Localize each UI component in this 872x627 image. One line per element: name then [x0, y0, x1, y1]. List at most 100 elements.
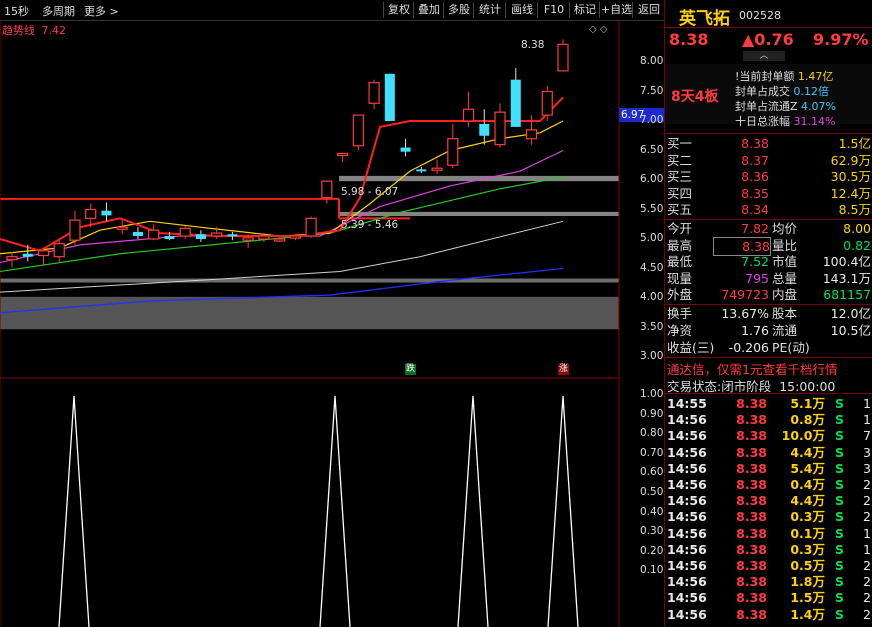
- overlay-button[interactable]: 叠加: [413, 2, 444, 18]
- tick-row: 14:55 8.38 5.1万 S 1: [667, 396, 871, 411]
- stat-row: 现量 795 总量 143.1万: [667, 270, 871, 286]
- candle-body-up: [274, 238, 286, 242]
- y-tick-label: 7.00: [640, 114, 664, 126]
- y-tick-label: 7.50: [640, 84, 664, 97]
- indicator-name: 趋势线: [2, 24, 35, 37]
- trend-line-red: [0, 96, 564, 252]
- tick-row: 14:56 8.38 4.4万 S 2: [667, 493, 871, 509]
- candle-body-up: [53, 243, 65, 258]
- candle-body-up: [116, 226, 128, 230]
- trade-status-label: 交易状态:: [667, 379, 722, 394]
- signal-tick-label: 0.10: [640, 564, 664, 577]
- y-tick-label: 6.50: [640, 143, 664, 156]
- mark-button[interactable]: 标记: [569, 2, 600, 18]
- restore-rights-button[interactable]: 复权: [383, 2, 414, 18]
- signal-peak: [319, 395, 351, 627]
- quote-panel: 英飞拓 002528 8.38 ▲0.76 9.97% ︿ 8天4板 !当前封单…: [664, 0, 872, 627]
- ma-green: [0, 176, 564, 273]
- stock-code: 002528: [739, 9, 781, 22]
- candle-body-up: [431, 167, 443, 171]
- candle-body-up: [85, 208, 97, 219]
- indicator-value: 7.42: [41, 24, 67, 37]
- collapse-chevron-icon[interactable]: ︿: [743, 51, 785, 61]
- back-button[interactable]: 返回: [632, 2, 665, 18]
- fundamental-row: 换手 13.67% 股本 12.0亿: [667, 306, 871, 321]
- period-15s[interactable]: 15秒: [4, 3, 29, 19]
- candle-body-up: [258, 235, 270, 240]
- y-tick-label: 5.50: [640, 202, 664, 215]
- candle-body-down: [479, 123, 490, 136]
- candle-body-down: [400, 147, 411, 152]
- candle-body-down: [132, 231, 143, 237]
- diamond-icons[interactable]: ◇ ◇: [589, 24, 608, 35]
- candle-body-down: [101, 210, 112, 216]
- ma-yellow: [0, 120, 564, 255]
- candle-body-down: [384, 73, 395, 121]
- y-tick-label: 3.50: [640, 320, 664, 333]
- stat-row: 今开 7.82 均价 8.00: [667, 221, 871, 236]
- signal-tick-label: 0.50: [640, 486, 664, 498]
- tick-row: 14:56 8.38 0.5万 S 2: [667, 558, 871, 573]
- candlesticks: [6, 39, 569, 268]
- tick-row: 14:56 8.38 0.3万 S 2: [667, 509, 871, 525]
- candle-body-down: [227, 234, 238, 237]
- y-tick-label: 8.00: [640, 55, 664, 67]
- y-tick-label: 6.00: [640, 173, 664, 185]
- candle-body-up: [494, 111, 506, 146]
- divider: [665, 27, 872, 28]
- down-marker: 跌: [405, 364, 416, 375]
- signal-tick-label: 0.80: [640, 427, 664, 440]
- signal-tick-label: 0.40: [640, 505, 664, 518]
- signal-tick-label: 0.90: [640, 407, 664, 420]
- candle-body-up: [69, 219, 81, 241]
- seal-box: 8天4板 !当前封单额 1.47亿 封单占成交 0.12倍 封单占流通Z 4.07%…: [665, 64, 872, 128]
- candle-body-up: [179, 227, 191, 237]
- more-button[interactable]: 更多 >: [84, 3, 119, 19]
- multi-period-button[interactable]: 多周期: [42, 3, 75, 19]
- candle-body-down: [510, 79, 521, 127]
- tick-row: 14:56 8.38 1.4万 S 2: [667, 606, 871, 622]
- candle-body-up: [37, 250, 50, 257]
- bid-row: 买五 8.34 8.5万: [667, 202, 871, 217]
- price-zone: [0, 296, 619, 330]
- f10-button[interactable]: F10: [537, 2, 570, 18]
- signal-tick-label: 0.70: [640, 446, 664, 459]
- signal-tick-label: 0.20: [640, 544, 664, 557]
- divider: [665, 133, 872, 134]
- candle-body-up: [6, 256, 18, 261]
- bid-row: 买三 8.36 30.5万: [667, 169, 871, 184]
- tick-row: 14:56 8.38 0.8万 S 1: [667, 412, 871, 428]
- trade-time: 15:00:00: [779, 379, 836, 394]
- candle-body-up: [557, 43, 569, 72]
- candle-body-up: [368, 82, 380, 104]
- add-watchlist-button[interactable]: +自选: [599, 2, 633, 18]
- tick-row: 14:56 8.38 5.4万 S 3: [667, 460, 871, 476]
- candle-body-up: [148, 229, 160, 240]
- indicator-header: 趋势线 7.42: [2, 22, 66, 38]
- last-price: 8.38: [669, 30, 709, 49]
- candle-body-up: [525, 129, 538, 140]
- candle-body-up: [242, 237, 254, 241]
- seal-info-row: 十日总涨幅 31.14%: [735, 115, 836, 128]
- y-tick-label: 5.00: [640, 232, 664, 244]
- kline-chart[interactable]: [0, 20, 664, 627]
- statistics-button[interactable]: 统计: [473, 2, 506, 18]
- candle-body-down: [164, 236, 175, 239]
- price-change: ▲0.76: [742, 30, 794, 49]
- board-count: 8天4板: [671, 89, 719, 105]
- multi-stock-button[interactable]: 多股: [443, 2, 474, 18]
- bid-row: 买一 8.38 1.5亿: [667, 136, 871, 151]
- draw-line-button[interactable]: 画线: [505, 2, 538, 18]
- signal-peak: [457, 395, 489, 627]
- candle-body-up: [211, 232, 223, 237]
- zone-label-lower: 5.39 - 5.46: [341, 219, 399, 231]
- price-zone: [0, 278, 619, 283]
- stat-row: 最低 7.52 市值 100.4亿: [667, 254, 871, 269]
- stock-name[interactable]: 英飞拓: [679, 4, 730, 29]
- trade-status: 闭市阶段: [721, 379, 772, 394]
- seal-info-row: 封单占成交 0.12倍: [735, 85, 829, 98]
- divider: [665, 357, 872, 358]
- candle-body-down: [416, 169, 427, 172]
- tick-row: 14:56 8.38 4.4万 S 3: [667, 444, 871, 460]
- ma-magenta: [0, 149, 564, 264]
